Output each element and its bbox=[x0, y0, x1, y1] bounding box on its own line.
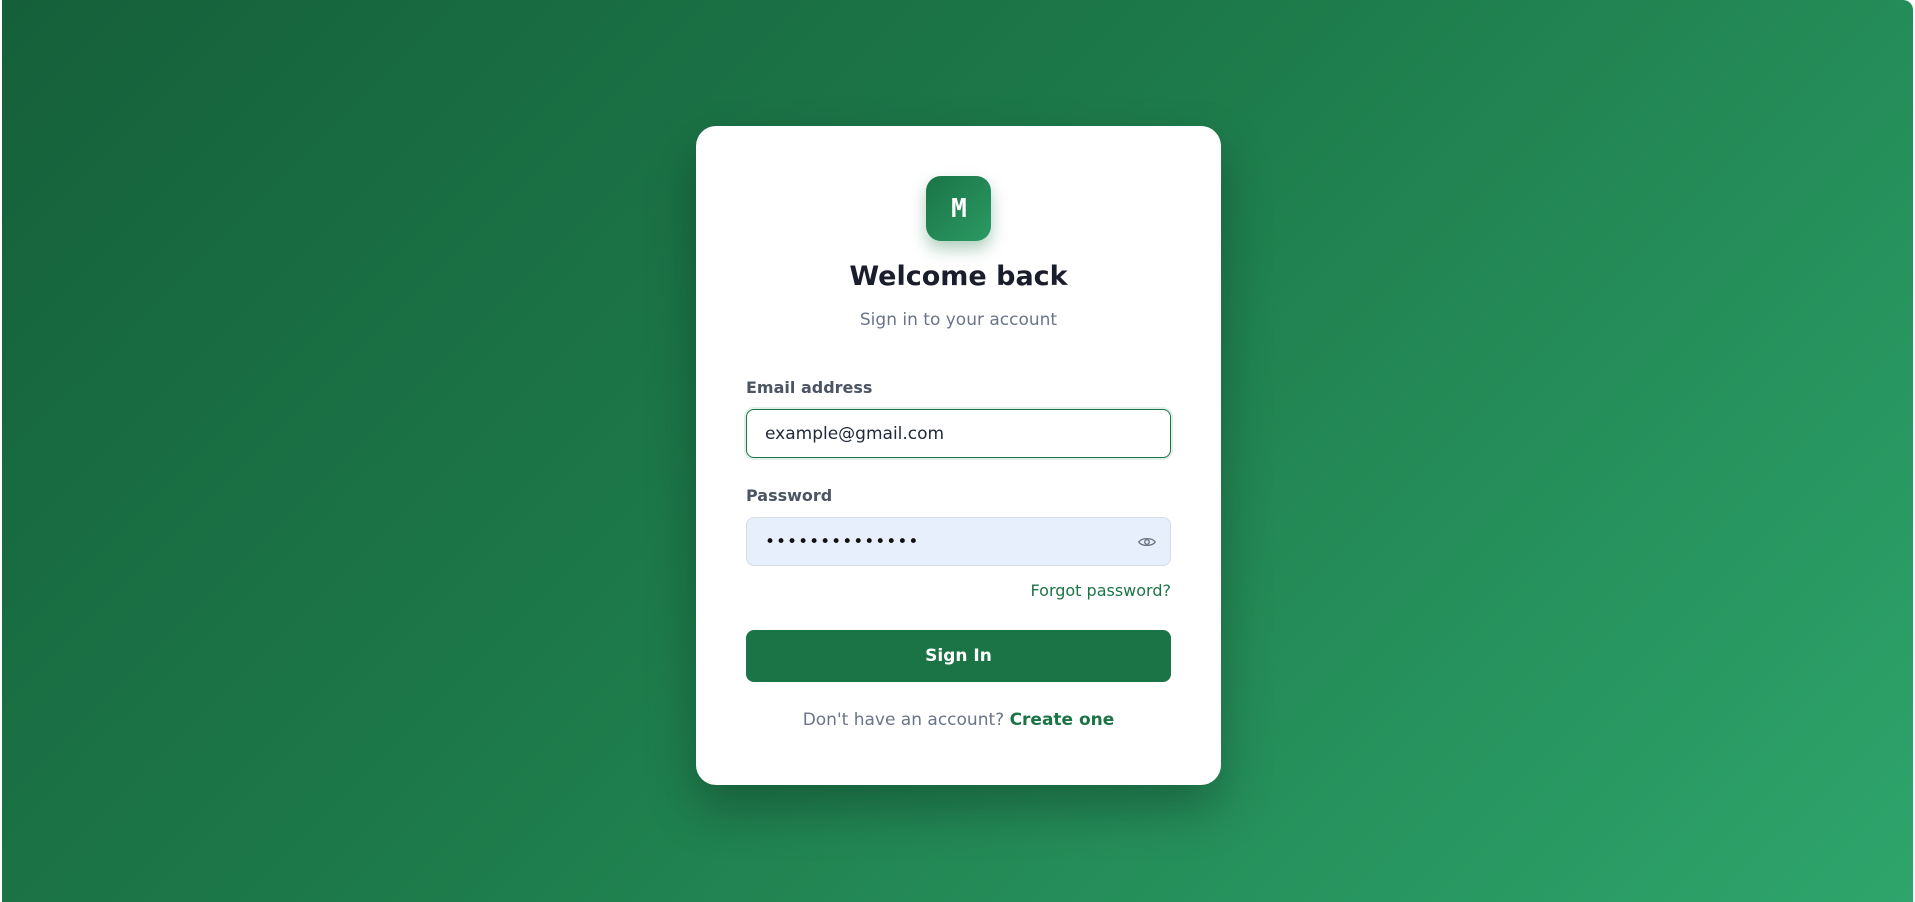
email-value: example@gmail.com bbox=[765, 423, 945, 444]
brand-logo: M bbox=[926, 176, 991, 241]
password-field[interactable]: •••••••••••••• bbox=[746, 517, 1171, 566]
forgot-password-link[interactable]: Forgot password? bbox=[1031, 581, 1171, 600]
sign-in-button[interactable]: Sign In bbox=[746, 630, 1171, 682]
page-background: M Welcome back Sign in to your account E… bbox=[2, 0, 1913, 902]
password-label: Password bbox=[746, 486, 833, 505]
page-subtitle: Sign in to your account bbox=[859, 310, 1058, 330]
page-title: Welcome back bbox=[849, 261, 1068, 292]
eye-icon[interactable] bbox=[1138, 534, 1156, 550]
create-account-link[interactable]: Create one bbox=[1010, 710, 1115, 730]
email-field[interactable]: example@gmail.com bbox=[746, 409, 1171, 458]
signup-prompt-text: Don't have an account? bbox=[802, 710, 1005, 730]
login-card: M Welcome back Sign in to your account E… bbox=[696, 126, 1221, 785]
email-label: Email address bbox=[746, 378, 873, 397]
password-value: •••••••••••••• bbox=[765, 531, 920, 552]
signup-prompt: Don't have an account? Create one bbox=[696, 710, 1221, 730]
